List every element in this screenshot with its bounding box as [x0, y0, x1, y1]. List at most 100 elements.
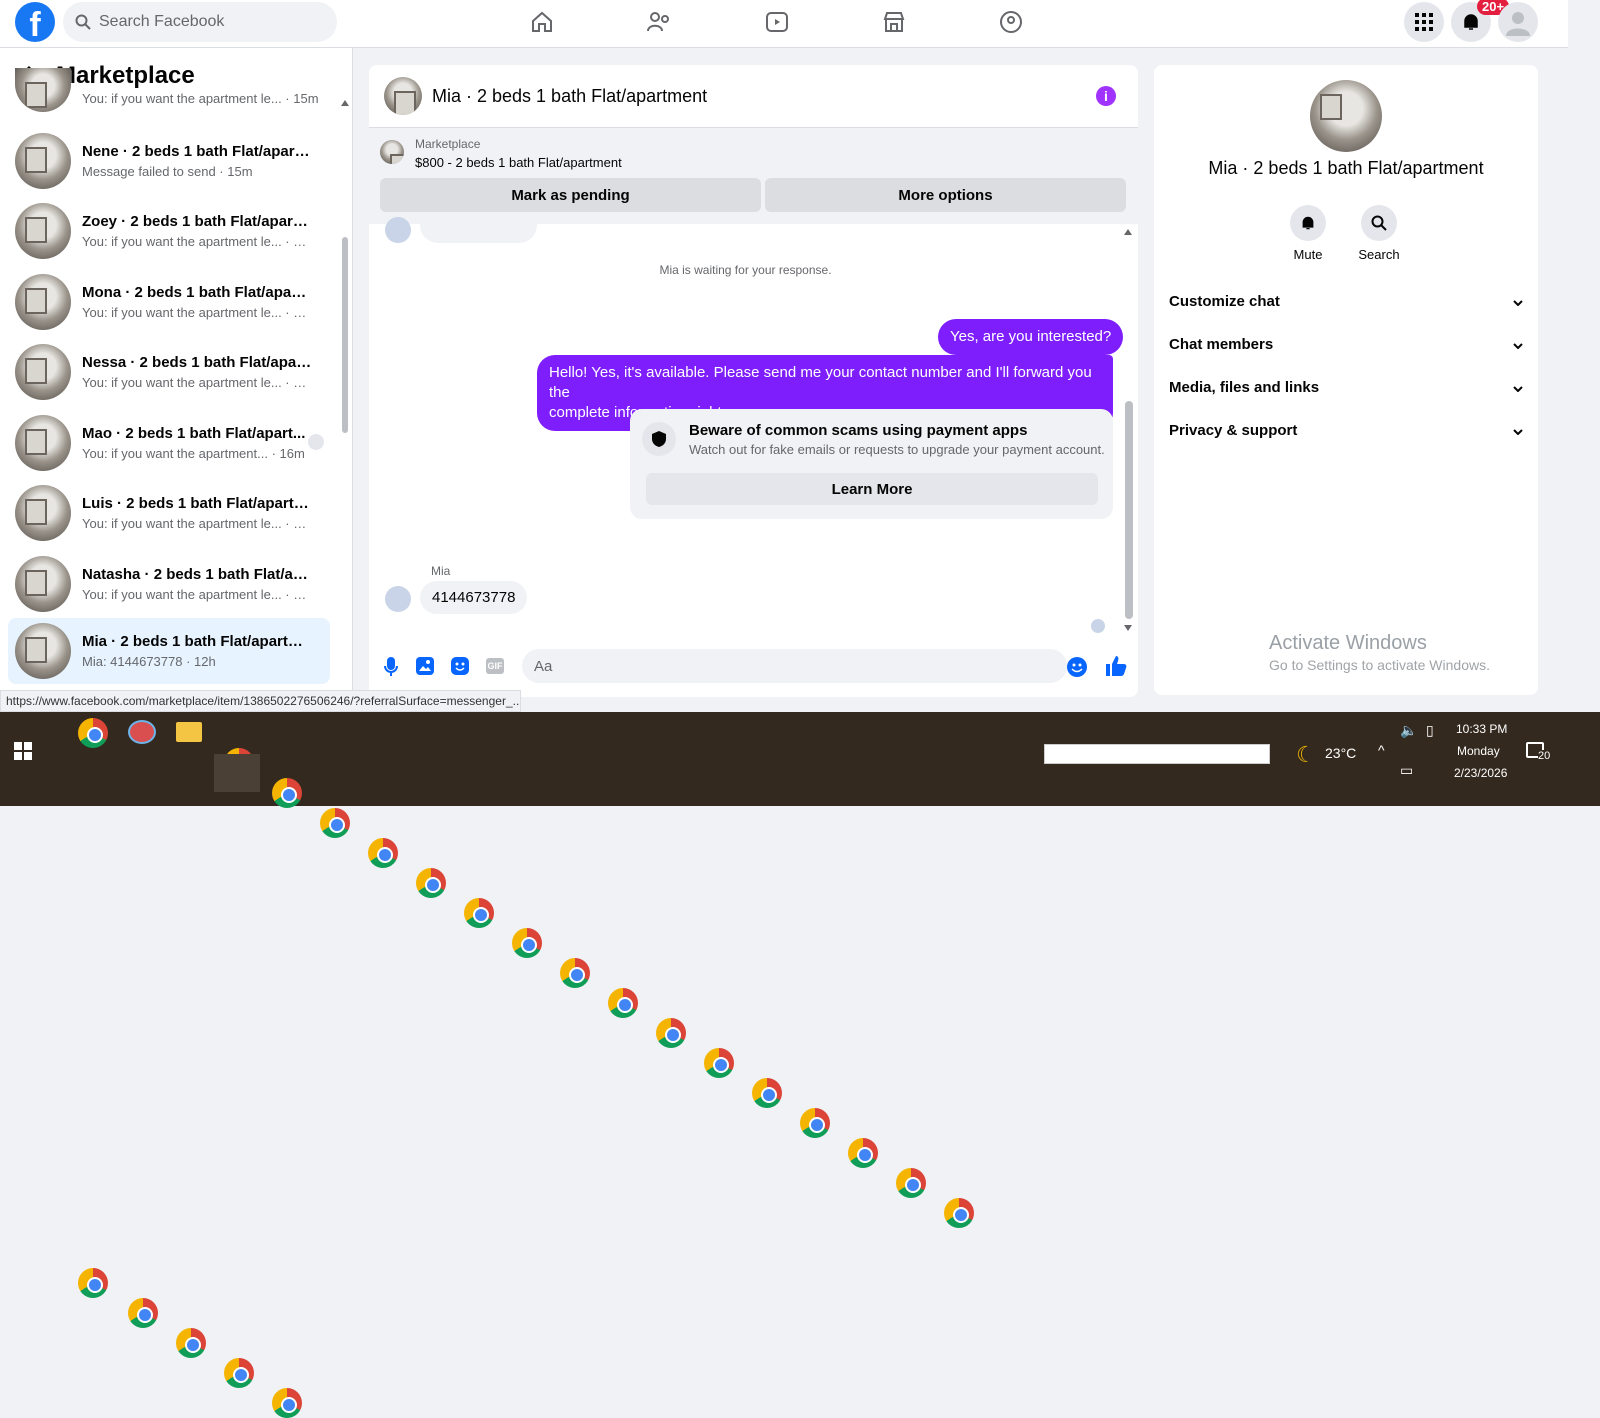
volume-icon[interactable]: 🔈: [1400, 722, 1417, 739]
chrome-profile-icon-active[interactable]: [224, 1358, 254, 1388]
read-receipt-avatar: [1091, 619, 1105, 633]
windows-start-icon[interactable]: [14, 742, 32, 765]
like-thumb-icon[interactable]: [1105, 655, 1127, 682]
chrome-profile-icon[interactable]: [704, 1048, 734, 1078]
conversation-item[interactable]: Mona · 2 beds 1 bath Flat/apart... You: i…: [8, 269, 330, 335]
waiting-notice: Mia is waiting for your response.: [659, 263, 832, 277]
scroll-up-arrow-icon[interactable]: [341, 100, 349, 106]
conversation-preview: You: if you want the apartment... · 16m: [82, 446, 305, 461]
photo-icon[interactable]: [416, 657, 434, 680]
scroll-down-arrow-icon[interactable]: [1124, 625, 1132, 631]
gif-icon[interactable]: GIF: [486, 658, 504, 674]
listing-thumbnail: [15, 344, 71, 400]
chrome-profile-icon[interactable]: [128, 1298, 158, 1328]
chat-title[interactable]: Mia · 2 beds 1 bath Flat/apartment: [432, 86, 707, 107]
chrome-profile-icon[interactable]: [752, 1078, 782, 1108]
taskbar-address-box[interactable]: [1044, 744, 1270, 764]
app-icon[interactable]: [128, 720, 156, 744]
menu-grid-icon[interactable]: [1404, 2, 1444, 42]
chrome-profile-icon[interactable]: [464, 898, 494, 928]
conversation-preview: Mia: 4144673778 · 12h: [82, 654, 216, 669]
microphone-icon[interactable]: [384, 657, 398, 682]
mute-button[interactable]: Mute: [1278, 205, 1338, 262]
chrome-profile-icon[interactable]: [800, 1108, 830, 1138]
conversation-preview: You: if you want the apartment le... · 1…: [82, 587, 312, 602]
listing-thumbnail: [15, 485, 71, 541]
scroll-up-arrow-icon[interactable]: [1124, 229, 1132, 235]
chevron-up-icon[interactable]: ^: [1378, 742, 1385, 758]
chevron-down-icon: [1513, 422, 1523, 439]
battery-icon[interactable]: ▯: [1426, 722, 1434, 739]
conversation-name: Luis · 2 beds 1 bath Flat/apartme...: [82, 495, 312, 512]
chevron-down-icon: [1513, 336, 1523, 353]
chrome-profile-icon[interactable]: [78, 1268, 108, 1298]
chrome-profile-icon[interactable]: [944, 1198, 974, 1228]
media-files-row[interactable]: Media, files and links: [1169, 372, 1523, 402]
search-conversation-button[interactable]: Search: [1349, 205, 1409, 262]
chrome-profile-icon[interactable]: [272, 1388, 302, 1418]
mark-pending-button[interactable]: Mark as pending: [380, 178, 761, 212]
file-explorer-icon[interactable]: [176, 722, 202, 742]
chrome-profile-icon[interactable]: [416, 868, 446, 898]
conversation-preview: You: if you want the apartment le... · 1…: [82, 375, 312, 390]
privacy-support-row[interactable]: Privacy & support: [1169, 415, 1523, 445]
chrome-profile-icon[interactable]: [560, 958, 590, 988]
chrome-profile-icon[interactable]: [896, 1168, 926, 1198]
search-input[interactable]: Search Facebook: [63, 2, 337, 42]
groups-icon[interactable]: [995, 8, 1027, 36]
chat-members-row[interactable]: Chat members: [1169, 329, 1523, 359]
outgoing-message[interactable]: Yes, are you interested?: [938, 319, 1124, 355]
chrome-profile-icon[interactable]: [848, 1138, 878, 1168]
search-label: Search: [1358, 247, 1400, 262]
chrome-profile-icon[interactable]: [656, 1018, 686, 1048]
conversation-name: Nessa · 2 beds 1 bath Flat/apart...: [82, 354, 312, 371]
clock-time[interactable]: 10:33 PM: [1456, 722, 1507, 736]
conversation-item[interactable]: Nene · 2 beds 1 bath Flat/apart... Messag…: [8, 128, 330, 194]
chrome-profile-icon[interactable]: [320, 808, 350, 838]
incoming-message[interactable]: 4144673778: [420, 581, 528, 614]
mute-label: Mute: [1293, 247, 1323, 262]
conversation-item[interactable]: Natasha · 2 beds 1 bath Flat/apa... You: …: [8, 551, 330, 617]
chrome-profile-icon[interactable]: [608, 988, 638, 1018]
conversation-item[interactable]: Luis · 2 beds 1 bath Flat/apartme... You:…: [8, 480, 330, 546]
row-label: Chat members: [1169, 335, 1274, 353]
conversation-item[interactable]: Zoey · 2 beds 1 bath Flat/apartm... You: …: [8, 198, 330, 264]
sender-name: Mia: [431, 564, 451, 578]
chrome-profile-icon[interactable]: [368, 838, 398, 868]
chrome-profile-icon[interactable]: [272, 778, 302, 808]
conversation-name: Nene · 2 beds 1 bath Flat/apart...: [82, 143, 312, 160]
friends-icon[interactable]: [643, 8, 675, 36]
chrome-profile-icon[interactable]: [512, 928, 542, 958]
scam-warning-text: Watch out for fake emails or requests to…: [689, 442, 1105, 457]
details-avatar[interactable]: [1310, 80, 1382, 152]
conversation-item[interactable]: Nessa · 2 beds 1 bath Flat/apart... You: …: [8, 339, 330, 405]
conversation-name: Zoey · 2 beds 1 bath Flat/apartm...: [82, 213, 312, 230]
learn-more-button[interactable]: Learn More: [646, 473, 1098, 505]
sticker-icon[interactable]: [451, 657, 469, 680]
home-icon[interactable]: [526, 8, 558, 36]
conversation-item[interactable]: Mao · 2 beds 1 bath Flat/apart... You: if…: [8, 410, 330, 476]
more-options-button[interactable]: More options: [765, 178, 1126, 212]
message-input[interactable]: Aa: [522, 649, 1067, 683]
video-icon[interactable]: [761, 8, 793, 36]
listing-title[interactable]: $800 - 2 beds 1 bath Flat/apartment: [415, 155, 622, 170]
clock-day[interactable]: Monday: [1457, 744, 1500, 758]
marketplace-icon[interactable]: [878, 8, 910, 36]
chat-scrollbar[interactable]: [1125, 401, 1133, 619]
account-avatar[interactable]: [1498, 2, 1538, 42]
chrome-icon[interactable]: [78, 718, 108, 748]
emoji-icon[interactable]: [1067, 657, 1087, 677]
info-icon[interactable]: i: [1096, 86, 1116, 106]
network-icon[interactable]: ▭: [1400, 762, 1413, 779]
customize-chat-row[interactable]: Customize chat: [1169, 286, 1523, 316]
seen-avatar-icon: [308, 434, 324, 450]
shield-icon: [642, 422, 676, 456]
conversation-item-active[interactable]: Mia · 2 beds 1 bath Flat/apartme... Mia: …: [8, 618, 330, 684]
conversations-scrollbar[interactable]: [342, 237, 348, 433]
facebook-logo[interactable]: f: [15, 2, 55, 42]
chat-avatar[interactable]: [384, 77, 422, 115]
details-name: Mia · 2 beds 1 bath Flat/apartment: [1208, 158, 1484, 178]
clock-date[interactable]: 2/23/2026: [1454, 766, 1507, 780]
chrome-profile-icon[interactable]: [176, 1328, 206, 1358]
row-label: Privacy & support: [1169, 421, 1298, 439]
